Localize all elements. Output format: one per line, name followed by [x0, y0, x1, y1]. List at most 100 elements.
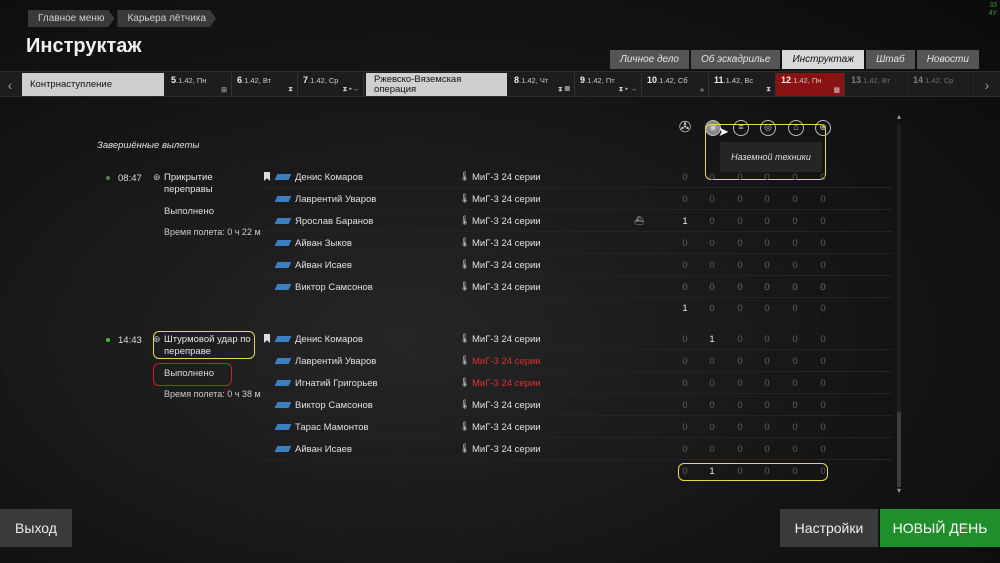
pilot-name[interactable]: Айван Исаев — [295, 260, 352, 271]
table-row[interactable]: Айван Исаев 🌡︎ МиГ-3 24 серии 0 0 0 0 0 0 — [262, 256, 892, 276]
stat-value: 0 — [737, 356, 743, 367]
totals-row: 0 0 0 0 0 0 — [262, 278, 892, 298]
thermometer-icon: 🌡︎ — [459, 399, 471, 409]
stat-value: 0 — [737, 172, 743, 183]
timeline-day-7[interactable]: 7.1.42, Ср ⧗ ▸→ — [298, 73, 364, 96]
stat-value: 0 — [737, 238, 743, 249]
thermometer-icon: 🌡︎ — [459, 443, 471, 453]
day-event-icon: ▦ — [833, 87, 840, 94]
aircraft-type: МиГ-3 24 серии — [472, 238, 541, 249]
tab-about-squadron[interactable]: Об эскадрилье — [690, 50, 781, 69]
day-event-icon: ⧗ — [288, 86, 293, 93]
table-row[interactable]: Виктор Самсонов 🌡︎ МиГ-3 24 серии 0 0 0 0 0 0 — [262, 396, 892, 416]
stat-value: 0 — [682, 400, 688, 411]
stat-value: 0 — [764, 422, 770, 433]
stat-value: 0 — [682, 356, 688, 367]
aircraft-kills-icon[interactable]: ✇ — [677, 120, 693, 136]
stat-value: 0 — [682, 260, 688, 271]
timeline-day-8[interactable]: 8.1.42, Чт ⧗ ▦ — [509, 73, 575, 96]
stat-value: 0 — [764, 444, 770, 455]
pilot-name[interactable]: Айван Зыков — [295, 238, 352, 249]
pilot-name[interactable]: Айван Исаев — [295, 444, 352, 455]
operation-counteroffensive[interactable]: Контрнаступление — [22, 73, 164, 96]
scroll-up-icon[interactable]: ▴ — [894, 112, 904, 121]
mission-flight-time: Время полета: 0 ч 22 м — [164, 227, 261, 237]
scrollbar[interactable]: ▴ ▾ — [894, 112, 904, 497]
timeline-left-arrow-icon[interactable]: ‹ — [2, 72, 18, 98]
breadcrumb-career[interactable]: Карьера лётчика — [117, 10, 216, 27]
exit-button[interactable]: Выход — [0, 509, 72, 547]
scroll-thumb[interactable] — [897, 412, 901, 487]
pilot-name[interactable]: Игнатий Григорьев — [295, 378, 378, 389]
pilot-name[interactable]: Денис Комаров — [295, 172, 363, 183]
tab-briefing[interactable]: Инструктаж — [782, 50, 865, 69]
ship-icon: ⛴︎ — [634, 216, 645, 225]
table-row[interactable]: Айван Зыков 🌡︎ МиГ-3 24 серии 0 0 0 0 0 0 — [262, 234, 892, 254]
timeline-right-arrow-icon[interactable]: › — [979, 72, 995, 98]
stat-value: 0 — [820, 194, 826, 205]
stat-value: 0 — [792, 400, 798, 411]
timeline-day-13[interactable]: 13.1.42, Вт — [846, 73, 908, 96]
total-value: 0 — [792, 303, 798, 314]
stat-value: 0 — [820, 422, 826, 433]
pilot-name[interactable]: Виктор Самсонов — [295, 400, 373, 411]
timeline-day-5[interactable]: 5.1.42, Пн ⊞ — [166, 73, 232, 96]
timeline-day-12-selected[interactable]: 12.1.42, Пн ▦ — [776, 73, 845, 96]
day-event-icon: ⊞ — [221, 87, 227, 94]
scroll-down-icon[interactable]: ▾ — [894, 486, 904, 495]
stat-value: 0 — [820, 216, 826, 227]
table-row[interactable]: Айван Исаев 🌡︎ МиГ-3 24 серии 0 0 0 0 0 0 — [262, 440, 892, 460]
thermometer-icon: 🌡︎ — [459, 421, 471, 431]
flag-icon — [274, 240, 292, 246]
pilot-name[interactable]: Ярослав Баранов — [295, 216, 373, 227]
pilot-name[interactable]: Лаврентий Уваров — [295, 356, 376, 367]
settings-button[interactable]: Настройки — [780, 509, 878, 547]
stat-value: 0 — [709, 378, 715, 389]
operation-rzhev-vyazma[interactable]: Ржевско-Вяземская операция — [366, 73, 507, 96]
bookmark-icon — [264, 334, 270, 343]
table-row[interactable]: Лаврентий Уваров 🌡︎ МиГ-3 24 серии 0 0 0 0 0 0 — [262, 190, 892, 210]
stat-value: 0 — [682, 334, 688, 345]
flag-icon — [274, 262, 292, 268]
stat-value: 0 — [820, 356, 826, 367]
mission-name[interactable]: Прикрытие переправы — [164, 172, 254, 196]
thermometer-icon: 🌡︎ — [459, 193, 471, 203]
stat-value: 0 — [820, 260, 826, 271]
timeline-day-11[interactable]: 11.1.42, Вс ⧗ — [709, 73, 776, 96]
stat-value: 0 — [737, 378, 743, 389]
tab-bar: Личное дело Об эскадрилье Инструктаж Шта… — [610, 50, 979, 69]
table-row[interactable]: Лаврентий Уваров 🌡︎ МиГ-3 24 серии 0 0 0 0 0 0 — [262, 352, 892, 372]
stat-value: 1 — [682, 216, 688, 227]
day-event-icon: ⧗ — [766, 86, 771, 93]
stat-value: 0 — [737, 194, 743, 205]
total-value: 0 — [737, 303, 743, 314]
timeline-day-6[interactable]: 6.1.42, Вт ⧗ — [232, 73, 298, 96]
pilot-name[interactable]: Тарас Мамонтов — [295, 422, 369, 433]
table-row[interactable]: Игнатий Григорьев 🌡︎ МиГ-3 24 серии 0 0 0 0 0 0 — [262, 374, 892, 394]
day-event-icon: ⧗ ▸ → — [618, 86, 637, 93]
breadcrumb-main-menu[interactable]: Главное меню — [28, 10, 114, 27]
table-row[interactable]: Ярослав Баранов 🌡︎ МиГ-3 24 серии ⛴︎ 1 0 0 0 0 0 — [262, 212, 892, 232]
tab-headquarters[interactable]: Штаб — [866, 50, 915, 69]
pilot-name[interactable]: Денис Комаров — [295, 334, 363, 345]
timeline-day-14[interactable]: 14.1.42, Ср — [908, 73, 974, 96]
timeline-day-10[interactable]: 10.1.42, Сб» — [642, 73, 709, 96]
stat-value: 0 — [764, 238, 770, 249]
corner-indicator: 33 4У — [988, 2, 997, 17]
table-row[interactable]: Денис Комаров 🌡︎ МиГ-3 24 серии 0 0 0 0 0 0 — [262, 168, 892, 188]
tab-personal-file[interactable]: Личное дело — [610, 50, 689, 69]
table-row[interactable]: Тарас Мамонтов 🌡︎ МиГ-3 24 серии 0 0 0 0 0 0 — [262, 418, 892, 438]
tab-news[interactable]: Новости — [916, 50, 979, 69]
new-day-button[interactable]: НОВЫЙ ДЕНЬ — [880, 509, 1000, 547]
table-row[interactable]: Денис Комаров 🌡︎ МиГ-3 24 серии 0 1 0 0 0 0 — [262, 330, 892, 350]
stat-value: 0 — [737, 400, 743, 411]
stat-value: 0 — [792, 422, 798, 433]
stat-value: 0 — [682, 172, 688, 183]
mission-time: 08:47 — [118, 173, 142, 184]
total-value: 0 — [820, 303, 826, 314]
pilot-name[interactable]: Лаврентий Уваров — [295, 194, 376, 205]
flag-icon — [274, 358, 292, 364]
timeline-day-9[interactable]: 9.1.42, Пт ⧗ ▸ → — [575, 73, 642, 96]
stat-value: 0 — [792, 216, 798, 227]
thermometer-icon: 🌡︎ — [459, 377, 471, 387]
